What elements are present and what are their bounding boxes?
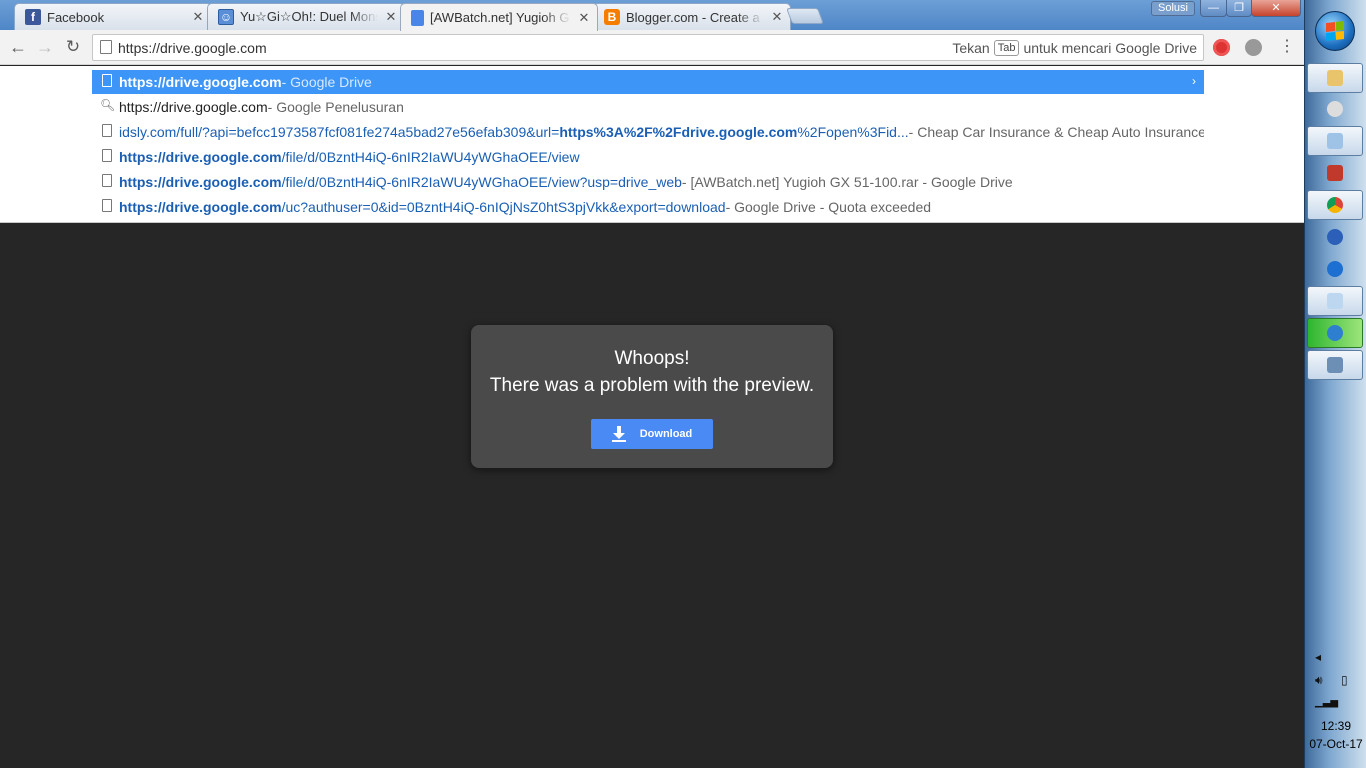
taskbar-app-network[interactable]: [1307, 222, 1363, 252]
download-label: Download: [639, 428, 693, 440]
suggestion-url: https://drive.google.com: [119, 74, 282, 90]
suggestion-desc: - Google Drive: [281, 74, 372, 90]
tab-title: Yu☆Gi☆Oh!: Duel Monsters: [240, 9, 378, 24]
windows-taskbar: ◂ 🔊︎ ▯ ▁▃▅ 12:39 07-Oct-17: [1304, 0, 1366, 768]
suggestion-url: https://drive.google.com/file/d/0BzntH4i…: [119, 149, 580, 165]
menu-kebab-icon[interactable]: ⋮: [1278, 37, 1296, 57]
tab-close-icon[interactable]: ✕: [384, 9, 398, 25]
suggestion-desc: - Google Drive - Quota exceeded: [725, 199, 932, 215]
facebook-icon: f: [25, 9, 41, 25]
download-button[interactable]: Download: [591, 419, 713, 449]
show-hidden-icons-arrow-icon[interactable]: ◂: [1315, 650, 1321, 664]
volume-icon[interactable]: 🔊︎: [1315, 673, 1323, 688]
network-globe-icon: [1327, 229, 1343, 245]
profile-button[interactable]: Solusi: [1151, 1, 1195, 16]
address-input[interactable]: [118, 37, 938, 58]
new-tab-button[interactable]: [786, 8, 824, 24]
dialog-title: Whoops!: [614, 348, 690, 369]
tab-title: Facebook: [47, 9, 105, 25]
tab-search-hint: Tekan Tab untuk mencari Google Drive: [952, 40, 1197, 56]
extension-red-icon[interactable]: [1213, 39, 1230, 56]
chevron-right-icon[interactable]: ›: [1192, 74, 1196, 88]
suggestion-desc: - Google Penelusuran: [267, 99, 404, 115]
google-doc-icon: [411, 9, 424, 26]
suggestion-item[interactable]: https://drive.google.com/file/d/0BzntH4i…: [92, 145, 1204, 169]
omnibox-suggestions: https://drive.google.com - Google Drive …: [0, 66, 1304, 223]
tab-strip: f Facebook ✕ ☺ Yu☆Gi☆Oh!: Duel Monsters …: [0, 0, 1304, 31]
tab-title: [AWBatch.net] Yugioh GX 51-100.rar: [430, 10, 571, 25]
taskbar-app-green[interactable]: [1307, 318, 1363, 348]
taskbar-display[interactable]: [1307, 350, 1363, 380]
display-icon: [1327, 357, 1343, 373]
suggestion-item[interactable]: https://drive.google.com/uc?authuser=0&i…: [92, 195, 1204, 219]
dialog-message: There was a problem with the preview.: [489, 375, 815, 396]
suggestion-url: https://drive.google.com/file/d/0BzntH4i…: [119, 174, 682, 190]
alien-icon: [1327, 101, 1343, 117]
tab-title: Blogger.com - Create a unique and beauti…: [626, 9, 764, 25]
tab-close-icon[interactable]: ✕: [191, 9, 205, 25]
page-icon: [102, 174, 112, 187]
clock-date[interactable]: 07-Oct-17: [1305, 737, 1366, 751]
taskbar-notepad[interactable]: [1307, 286, 1363, 316]
taskbar-app-alien[interactable]: [1307, 94, 1363, 124]
tab-awbatch[interactable]: [AWBatch.net] Yugioh GX 51-100.rar ✕: [400, 3, 598, 31]
page-icon: [100, 40, 112, 54]
notepad-icon: [1327, 293, 1343, 309]
search-icon: 🔍︎: [100, 98, 116, 112]
page-icon: [102, 74, 112, 87]
preview-error-dialog: Whoops! There was a problem with the pre…: [471, 325, 833, 468]
toolbar: ← → ↻ Tekan Tab untuk mencari Google Dri…: [0, 30, 1304, 65]
taskbar-notes[interactable]: [1307, 126, 1363, 156]
earth-icon: [1327, 325, 1343, 341]
suggestion-item[interactable]: 🔍︎ https://drive.google.com - Google Pen…: [92, 95, 1204, 119]
taskbar-chrome[interactable]: [1307, 190, 1363, 220]
blogger-icon: B: [604, 9, 620, 25]
windows-logo-icon: [1326, 21, 1344, 41]
books-icon: [1327, 165, 1343, 181]
power-icon[interactable]: ▯: [1341, 673, 1348, 687]
suggestion-item[interactable]: idsly.com/full/?api=befcc1973587fcf081fe…: [92, 120, 1204, 144]
extension-gray-icon[interactable]: [1245, 39, 1262, 56]
page-icon: [102, 199, 112, 212]
hint-prefix: Tekan: [952, 40, 990, 56]
suggestion-url: idsly.com/full/?api=befcc1973587fcf081fe…: [119, 124, 909, 140]
download-icon: [611, 426, 626, 442]
suggestion-url: https://drive.google.com/uc?authuser=0&i…: [119, 199, 726, 215]
maximize-button[interactable]: ❐: [1226, 0, 1252, 17]
address-bar[interactable]: Tekan Tab untuk mencari Google Drive: [92, 34, 1204, 61]
signal-bars-icon[interactable]: ▁▃▅: [1315, 697, 1338, 708]
tab-facebook[interactable]: f Facebook ✕: [14, 3, 212, 30]
suggestion-desc: - Cheap Car Insurance & Cheap Auto Insur…: [908, 124, 1204, 140]
tab-key-badge: Tab: [993, 40, 1020, 56]
suggestion-query: https://drive.google.com: [119, 99, 268, 115]
reload-icon[interactable]: ↻: [62, 36, 84, 58]
clock-time[interactable]: 12:39: [1305, 719, 1366, 733]
page-icon: [102, 124, 112, 137]
tab-close-icon[interactable]: ✕: [577, 10, 591, 26]
suggestion-item[interactable]: https://drive.google.com - Google Drive …: [92, 70, 1204, 94]
notes-icon: [1327, 133, 1343, 149]
taskbar-app-browser[interactable]: [1307, 254, 1363, 284]
browser-window: f Facebook ✕ ☺ Yu☆Gi☆Oh!: Duel Monsters …: [0, 0, 1304, 768]
yugioh-favicon-icon: ☺: [218, 9, 234, 25]
browser-app-icon: [1327, 261, 1343, 277]
taskbar-explorer[interactable]: [1307, 63, 1363, 93]
chrome-icon: [1327, 197, 1343, 213]
taskbar-app-books[interactable]: [1307, 158, 1363, 188]
suggestion-desc: - [AWBatch.net] Yugioh GX 51-100.rar - G…: [681, 174, 1013, 190]
windows-start-button[interactable]: [1315, 11, 1355, 51]
minimize-button[interactable]: —: [1200, 0, 1227, 17]
folder-icon: [1327, 70, 1343, 86]
hint-suffix: untuk mencari Google Drive: [1023, 40, 1197, 56]
tab-close-icon[interactable]: ✕: [770, 9, 784, 25]
close-window-button[interactable]: ✕: [1251, 0, 1301, 17]
page-icon: [102, 149, 112, 162]
tab-blogger[interactable]: B Blogger.com - Create a unique and beau…: [593, 3, 791, 30]
back-arrow-icon[interactable]: ←: [7, 36, 29, 58]
suggestion-item[interactable]: https://drive.google.com/file/d/0BzntH4i…: [92, 170, 1204, 194]
tab-yugioh[interactable]: ☺ Yu☆Gi☆Oh!: Duel Monsters ✕: [207, 3, 405, 30]
forward-arrow-icon[interactable]: →: [34, 36, 56, 58]
